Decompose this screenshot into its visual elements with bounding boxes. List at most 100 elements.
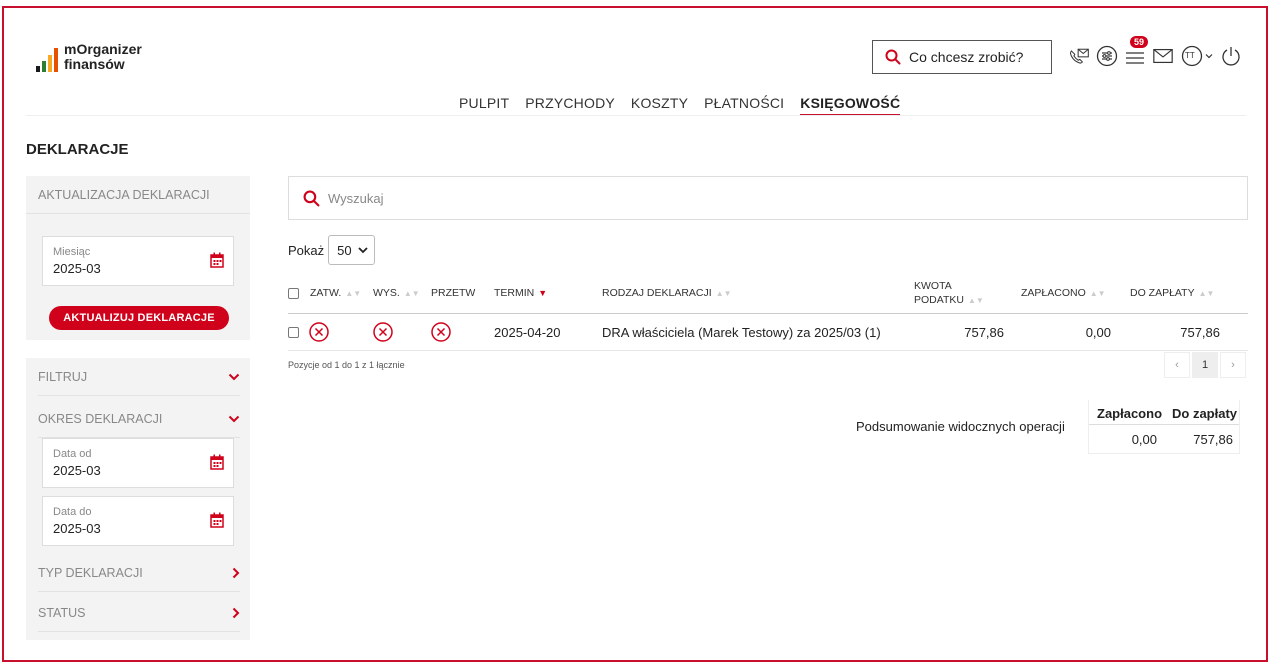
update-panel-header: AKTUALIZACJA DEKLARACJI: [26, 176, 250, 214]
nav-item-platnosci[interactable]: PŁATNOŚCI: [704, 95, 784, 116]
logo-line1: mOrganizer: [64, 41, 142, 57]
summary-box: Zapłacono Do zapłaty 0,00 757,86: [1088, 400, 1240, 454]
col-paid[interactable]: ZAPŁACONO ▲▼: [1021, 272, 1106, 314]
summary-due-header: Do zapłaty: [1172, 406, 1238, 421]
type-label: TYP DEKLARACJI: [38, 565, 143, 580]
app-logo[interactable]: mOrganizer finansów: [36, 42, 142, 72]
period-toggle[interactable]: OKRES DEKLARACJI: [38, 400, 240, 438]
row-sent-cell: [373, 316, 393, 348]
col-tax-amount-label-2: PODATKU: [914, 293, 964, 306]
table-search-placeholder: Wyszukaj: [328, 190, 384, 206]
col-approved-label: ZATW.: [310, 287, 342, 299]
filter-toggle[interactable]: FILTRUJ: [38, 358, 240, 396]
calendar-icon[interactable]: [210, 512, 224, 528]
col-due[interactable]: DO ZAPŁATY ▲▼: [1130, 272, 1214, 314]
task-list-icon[interactable]: 59: [1124, 36, 1149, 67]
col-due-label: DO ZAPŁATY: [1130, 287, 1195, 299]
not-processed-icon[interactable]: [431, 322, 451, 342]
pager-next-button[interactable]: ›: [1220, 352, 1246, 378]
type-toggle[interactable]: TYP DEKLARACJI: [38, 554, 240, 592]
calendar-icon[interactable]: [210, 454, 224, 470]
month-field[interactable]: Miesiąc 2025-03: [42, 236, 234, 286]
nav-item-pulpit[interactable]: PULPIT: [459, 95, 509, 116]
power-icon[interactable]: [1220, 45, 1242, 67]
filter-label: FILTRUJ: [38, 369, 88, 384]
row-tax-amount: 757,86: [964, 324, 1004, 340]
date-from-value: 2025-03: [53, 463, 101, 478]
row-due: 757,86: [1180, 324, 1220, 340]
select-all-checkbox-cell: [288, 272, 299, 314]
row-paid: 0,00: [1085, 324, 1111, 340]
col-deadline[interactable]: TERMIN ▼: [494, 272, 547, 314]
not-sent-icon[interactable]: [373, 322, 393, 342]
select-all-checkbox[interactable]: [288, 287, 299, 299]
col-processed-label: PRZETW: [431, 287, 476, 299]
phone-mail-icon[interactable]: [1068, 45, 1090, 67]
show-label: Pokaż: [288, 242, 325, 258]
not-approved-icon[interactable]: [309, 322, 329, 342]
col-type-label: RODZAJ DEKLARACJI: [602, 287, 712, 299]
search-icon: [885, 49, 901, 65]
sidebar-update-panel: AKTUALIZACJA DEKLARACJI Miesiąc 2025-03 …: [26, 176, 250, 340]
page-size-select[interactable]: 50: [328, 235, 375, 265]
date-to-label: Data do: [53, 506, 92, 518]
row-checkbox[interactable]: [288, 326, 299, 338]
nav-item-ksiegowosc[interactable]: KSIĘGOWOŚĆ: [800, 95, 901, 116]
logo-line2: finansów: [64, 56, 125, 72]
col-type[interactable]: RODZAJ DEKLARACJI ▲▼: [602, 272, 732, 314]
col-processed[interactable]: PRZETW: [431, 272, 475, 314]
positions-info: Pozycje od 1 do 1 z 1 łącznie: [288, 360, 405, 370]
col-tax-amount-label-1: KWOTA: [914, 279, 952, 292]
page-size-control: Pokaż 50: [288, 235, 375, 265]
mail-icon[interactable]: [1152, 45, 1174, 67]
global-search-box[interactable]: Co chcesz zrobić?: [872, 40, 1052, 74]
col-tax-amount[interactable]: KWOTA PODATKU ▲▼: [914, 272, 984, 314]
col-approved[interactable]: ZATW. ▲▼: [310, 272, 361, 314]
status-toggle[interactable]: STATUS: [38, 594, 240, 632]
row-approved-cell: [309, 316, 329, 348]
chevron-right-icon: [232, 567, 240, 578]
page-title: DEKLARACJE: [26, 141, 129, 158]
date-to-value: 2025-03: [53, 521, 101, 536]
col-deadline-label: TERMIN: [494, 287, 535, 299]
update-declarations-button[interactable]: AKTUALIZUJ DEKLARACJE: [49, 306, 229, 330]
row-deadline: 2025-04-20: [494, 324, 561, 340]
calendar-icon[interactable]: [210, 252, 224, 268]
period-label: OKRES DEKLARACJI: [38, 411, 163, 426]
chevron-right-icon: [232, 607, 240, 618]
global-search-placeholder: Co chcesz zrobić?: [909, 49, 1024, 65]
summary-paid-header: Zapłacono: [1097, 406, 1163, 421]
status-label: STATUS: [38, 605, 86, 620]
user-avatar[interactable]: TT: [1180, 45, 1214, 67]
pagination: ‹ 1 ›: [1164, 352, 1246, 378]
col-sent[interactable]: WYS. ▲▼: [373, 272, 420, 314]
nav-item-koszty[interactable]: KOSZTY: [631, 95, 688, 116]
sort-icon: ▲▼: [967, 295, 984, 305]
settings-sliders-icon[interactable]: [1096, 45, 1118, 67]
pager-page-1[interactable]: 1: [1192, 352, 1218, 378]
table-search-input[interactable]: Wyszukaj: [288, 176, 1248, 220]
row-divider: [288, 350, 1248, 351]
notifications-badge: 59: [1130, 36, 1149, 48]
date-to-field[interactable]: Data do 2025-03: [42, 496, 234, 546]
chevron-down-icon: [1205, 54, 1213, 59]
sidebar-filter-panel: FILTRUJ OKRES DEKLARACJI Data od 2025-03…: [26, 358, 250, 640]
nav-item-przychody[interactable]: PRZYCHODY: [525, 95, 615, 116]
sort-icon: ▲▼: [1198, 288, 1215, 298]
sort-icon: ▲▼: [345, 288, 362, 298]
logo-bars-icon: [36, 46, 58, 72]
summary-divider: [1089, 424, 1239, 425]
pager-prev-button[interactable]: ‹: [1164, 352, 1190, 378]
main-nav: PULPIT PRZYCHODY KOSZTY PŁATNOŚCI KSIĘGO…: [459, 95, 901, 116]
sort-icon: ▲▼: [715, 288, 732, 298]
col-paid-label: ZAPŁACONO: [1021, 287, 1086, 299]
header-divider: [288, 313, 1248, 314]
row-type[interactable]: DRA właściciela (Marek Testowy) za 2025/…: [602, 316, 881, 348]
col-sent-label: WYS.: [373, 287, 400, 299]
row-checkbox-cell: [288, 316, 299, 348]
date-from-field[interactable]: Data od 2025-03: [42, 438, 234, 488]
chevron-down-icon: [228, 373, 240, 380]
sort-icon: ▲▼: [1089, 288, 1106, 298]
header-icons: 59 TT: [1068, 36, 1242, 72]
month-value: 2025-03: [53, 261, 101, 276]
